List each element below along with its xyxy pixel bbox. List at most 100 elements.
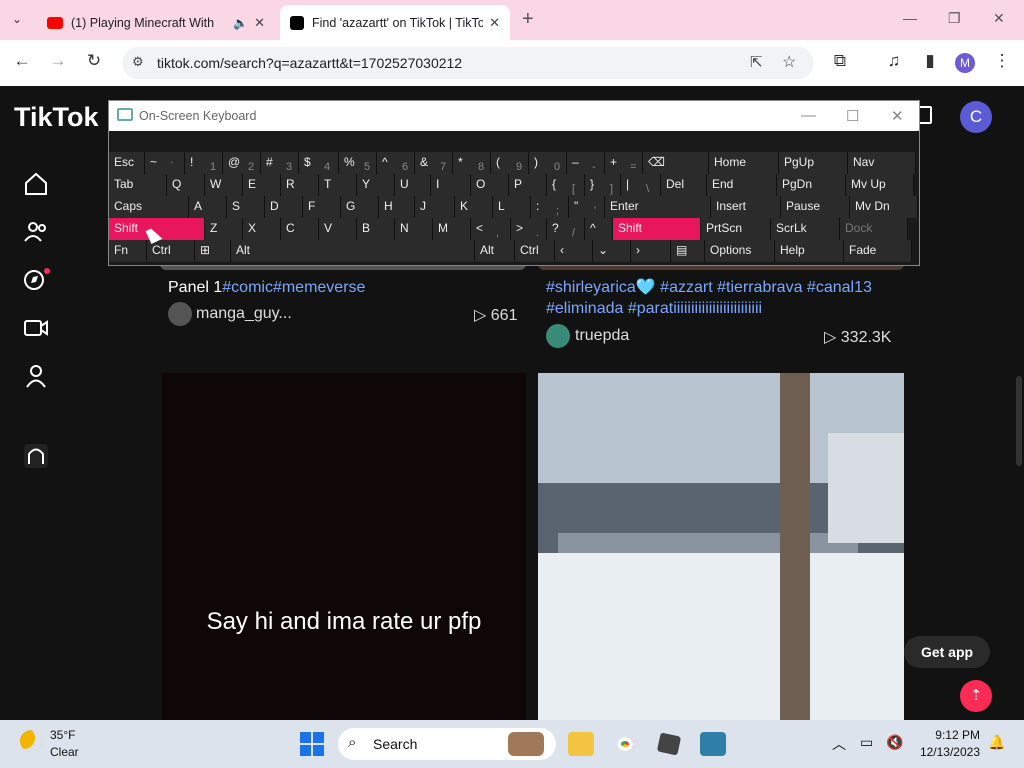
start-button[interactable]: [300, 732, 324, 756]
osk-key[interactable]: ~ `: [145, 152, 185, 174]
osk-key[interactable]: I: [431, 174, 471, 196]
tiktok-logo[interactable]: TikTok: [14, 102, 99, 133]
profile-avatar[interactable]: M: [955, 53, 975, 73]
osk-key[interactable]: Caps: [109, 196, 189, 218]
live-icon[interactable]: [22, 314, 50, 342]
home-icon[interactable]: [22, 170, 50, 198]
osk-key[interactable]: PgUp: [779, 152, 848, 174]
osk-key[interactable]: F: [303, 196, 341, 218]
url-text[interactable]: tiktok.com/search?q=azazartt&t=170252703…: [157, 55, 462, 71]
osk-key[interactable]: Alt: [475, 240, 515, 262]
following-icon[interactable]: [22, 218, 50, 246]
osk-key[interactable]: {[: [547, 174, 585, 196]
osk-key[interactable]: K: [455, 196, 493, 218]
weather-temp[interactable]: 35°F: [50, 728, 75, 742]
author-name[interactable]: manga_guy...: [196, 305, 292, 323]
osk-key[interactable]: – -: [567, 152, 605, 174]
tab-tiktok[interactable]: Find 'azazartt' on TikTok | TikTok ✕: [280, 5, 510, 40]
osk-key[interactable]: R: [281, 174, 319, 196]
weather-condition[interactable]: Clear: [50, 745, 79, 759]
taskbar-search[interactable]: ⌕ Search: [338, 728, 556, 760]
osk-key[interactable]: ScrLk: [771, 218, 840, 240]
osk-key[interactable]: PgDn: [777, 174, 846, 196]
osk-key[interactable]: T: [319, 174, 357, 196]
minimize-icon[interactable]: —: [801, 107, 816, 124]
video-title-1[interactable]: Panel 1#comic#memeverse: [168, 277, 518, 298]
osk-key[interactable]: D: [265, 196, 303, 218]
osk-key[interactable]: End: [707, 174, 777, 196]
get-app-button[interactable]: Get app: [904, 636, 990, 668]
osk-key[interactable]: >.: [511, 218, 547, 240]
osk-key[interactable]: :;: [531, 196, 569, 218]
osk-key[interactable]: ›: [631, 240, 671, 262]
osk-key[interactable]: Y: [357, 174, 395, 196]
media-control-icon[interactable]: ♫: [882, 51, 906, 71]
chrome-icon[interactable]: [612, 732, 638, 756]
video-title-2[interactable]: #shirleyarica🩵 #azzart #tierrabrava #can…: [546, 277, 898, 319]
osk-key[interactable]: ! 1: [185, 152, 223, 174]
close-tab-icon[interactable]: ✕: [489, 15, 500, 31]
osk-key[interactable]: ⌫: [643, 152, 709, 174]
osk-key[interactable]: + =: [605, 152, 643, 174]
clock-date[interactable]: 12/13/2023: [912, 745, 980, 759]
osk-key[interactable]: V: [319, 218, 357, 240]
osk-key[interactable]: N: [395, 218, 433, 240]
osk-key[interactable]: Esc: [109, 152, 145, 174]
scrollbar[interactable]: [1016, 376, 1022, 466]
reload-icon[interactable]: ↻: [82, 51, 106, 71]
osk-key[interactable]: #3: [261, 152, 299, 174]
osk-key[interactable]: ⊞: [195, 240, 231, 262]
osk-key[interactable]: ⌄: [593, 240, 631, 262]
osk-key[interactable]: <,: [471, 218, 511, 240]
close-tab-icon[interactable]: ✕: [254, 15, 265, 31]
avatar[interactable]: [546, 324, 570, 348]
osk-key[interactable]: (9: [491, 152, 529, 174]
osk-key[interactable]: E: [243, 174, 281, 196]
video-hashtags[interactable]: #comic#memeverse: [222, 279, 365, 296]
osk-key[interactable]: Tab: [109, 174, 167, 196]
osk-key[interactable]: L: [493, 196, 531, 218]
osk-key[interactable]: C: [281, 218, 319, 240]
show-hidden-icons[interactable]: ︿: [832, 734, 846, 754]
tab-minecraft[interactable]: (1) Playing Minecraft With 🔈 ✕: [37, 5, 275, 40]
osk-key[interactable]: Insert: [711, 196, 781, 218]
osk-key[interactable]: W: [205, 174, 243, 196]
extensions-icon[interactable]: ⧉: [828, 51, 852, 71]
moon-icon[interactable]: [20, 730, 42, 752]
side-panel-icon[interactable]: ▮: [918, 51, 942, 71]
osk-key[interactable]: ▤: [671, 240, 705, 262]
osk-key[interactable]: ^: [585, 218, 613, 240]
explore-icon[interactable]: [22, 266, 50, 294]
tab-search-button[interactable]: ⌄: [12, 12, 22, 26]
osk-key[interactable]: }]: [585, 174, 621, 196]
address-bar[interactable]: ⚙ tiktok.com/search?q=azazartt&t=1702527…: [122, 47, 814, 79]
clock-time[interactable]: 9:12 PM: [918, 728, 980, 742]
osk-key[interactable]: Dock: [840, 218, 908, 240]
osk-key[interactable]: ^ 6: [377, 152, 415, 174]
osk-key[interactable]: ? /: [547, 218, 585, 240]
video-thumbnail-1[interactable]: Say hi and ima rate ur pfp: [162, 373, 526, 720]
osk-key[interactable]: % 5: [339, 152, 377, 174]
osk-key[interactable]: Options: [705, 240, 775, 262]
osk-key[interactable]: * 8: [453, 152, 491, 174]
roblox-icon[interactable]: [656, 732, 682, 756]
creator-icon[interactable]: [22, 442, 50, 470]
video-thumbnail-2[interactable]: [538, 373, 904, 720]
close-window-icon[interactable]: ✕: [993, 10, 1005, 27]
osk-key[interactable]: H: [379, 196, 415, 218]
osk-key[interactable]: PrtScn: [701, 218, 771, 240]
osk-key[interactable]: Shift: [613, 218, 701, 240]
osk-key[interactable]: Fn: [109, 240, 147, 262]
osk-key[interactable]: Nav: [848, 152, 916, 174]
osk-key[interactable]: Del: [661, 174, 707, 196]
osk-taskbar-icon[interactable]: [700, 732, 726, 756]
network-icon[interactable]: ▭: [860, 734, 873, 751]
minimize-icon[interactable]: —: [903, 10, 917, 26]
notification-bell-icon[interactable]: 🔔: [988, 734, 1005, 751]
osk-key[interactable]: O: [471, 174, 509, 196]
osk-key[interactable]: Ctrl: [147, 240, 195, 262]
menu-icon[interactable]: ⋮: [990, 51, 1014, 71]
osk-key[interactable]: & 7: [415, 152, 453, 174]
osk-key[interactable]: Z: [205, 218, 243, 240]
file-explorer-icon[interactable]: [568, 732, 594, 756]
